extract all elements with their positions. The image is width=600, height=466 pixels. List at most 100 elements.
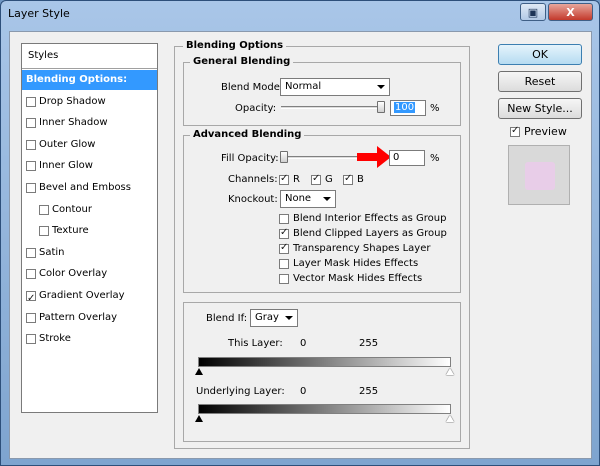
advanced-option-checkbox[interactable] [279,242,289,254]
white-point-icon [446,368,454,375]
restore-window-button[interactable]: ▣ [520,3,546,21]
style-item-label: Outer Glow [39,138,96,150]
style-item-label: Inner Shadow [39,117,108,129]
styles-list: Styles Blending Options: Custom Drop Shad… [21,43,158,413]
style-item-checkbox[interactable] [26,247,36,258]
blend-mode-dropdown[interactable]: Normal [280,78,390,96]
underlying-layer-label: Underlying Layer: [196,386,285,397]
reset-button[interactable]: Reset [498,71,582,92]
arrow-shape [357,146,391,168]
style-item[interactable]: Texture [22,221,157,241]
style-item[interactable]: Color Overlay [22,264,157,284]
style-item[interactable]: Outer Glow [22,135,157,155]
fill-opacity-unit: % [430,153,440,164]
style-item[interactable]: Contour [22,200,157,220]
advanced-option-label: Layer Mask Hides Effects [293,258,419,269]
channel-checkbox[interactable] [279,173,289,185]
style-item-checkbox[interactable] [26,161,36,172]
style-item-checkbox[interactable] [26,289,36,309]
styles-header: Styles [22,44,157,69]
window-title: Layer Style [8,7,70,20]
channel-label: R [293,174,300,185]
style-item[interactable]: Pattern Overlay [22,308,157,328]
preview-thumbnail [508,145,570,205]
style-item-checkbox[interactable] [26,96,36,107]
close-button[interactable]: X [548,3,593,21]
advanced-option-checkbox[interactable] [279,259,289,269]
fill-opacity-slider-thumb[interactable] [280,151,288,163]
blend-if-group: Blend If: Gray This Layer: 0 255 Underly… [183,302,461,442]
channel-checkbox[interactable] [311,173,321,185]
blend-if-value: Gray [255,312,279,323]
restore-icon: ▣ [527,5,539,19]
preview-label: Preview [524,125,567,138]
opacity-slider[interactable] [281,106,385,109]
style-item-label: Color Overlay [39,268,108,280]
advanced-option-label: Blend Clipped Layers as Group [293,228,447,239]
close-icon: X [566,5,575,19]
channel-checkbox[interactable] [343,173,353,185]
fill-opacity-value: 0 [393,152,400,163]
style-item-label: Drop Shadow [39,95,106,107]
style-item-checkbox[interactable] [26,118,36,129]
this-layer-min: 0 [300,338,307,349]
style-item[interactable]: Inner Shadow [22,113,157,133]
advanced-option-label: Blend Interior Effects as Group [293,213,447,224]
style-item[interactable]: Bevel and Emboss [22,178,157,198]
style-item[interactable]: Blending Options: Custom [22,70,157,105]
general-blending-title: General Blending [190,56,294,67]
this-layer-black-slider[interactable] [195,368,203,376]
blend-if-label: Blend If: [206,313,248,324]
style-item-label: Texture [52,225,89,237]
underlying-layer-gradient [198,404,451,414]
knockout-dropdown[interactable]: None [280,190,336,208]
style-item[interactable]: Stroke [22,329,157,349]
red-arrow-icon [357,146,391,168]
dialog-client-area: Styles Blending Options: Custom Drop Shad… [9,31,592,459]
style-item[interactable]: Satin [22,243,157,263]
advanced-option-checkbox[interactable] [279,227,289,239]
this-layer-gradient [198,357,451,367]
ok-label: OK [532,48,548,61]
style-item[interactable]: Inner Glow [22,156,157,176]
advanced-option-checkbox[interactable] [279,214,289,224]
preview-checkbox[interactable] [510,125,520,137]
advanced-option-checkbox[interactable] [279,274,289,284]
opacity-slider-thumb[interactable] [377,101,385,113]
style-item-label: Pattern Overlay [39,311,118,323]
channels-label: Channels: [228,174,278,185]
style-item-checkbox[interactable] [26,334,36,345]
opacity-label: Opacity: [235,103,277,114]
style-item-checkbox[interactable] [26,312,36,323]
underlying-layer-max: 255 [359,386,379,397]
style-item-checkbox[interactable] [26,139,36,150]
this-layer-max: 255 [359,338,379,349]
chevron-down-icon [323,197,331,201]
blend-mode-label: Blend Mode: [221,82,284,93]
underlying-layer-black-slider[interactable] [195,415,203,423]
fill-opacity-input[interactable]: 0 [389,150,425,166]
style-item[interactable]: Drop Shadow [22,92,157,112]
style-item-checkbox[interactable] [26,183,36,193]
opacity-value: 100 [394,102,416,113]
reset-label: Reset [524,75,556,88]
style-item[interactable]: Gradient Overlay [22,286,157,309]
opacity-input[interactable]: 100 [390,100,426,116]
black-point-icon [195,415,203,422]
channel-label: B [357,174,364,185]
title-bar[interactable]: Layer Style ▣ X [1,1,599,27]
style-item-label: Stroke [39,333,71,345]
style-item-label: Gradient Overlay [39,290,125,301]
this-layer-white-slider[interactable] [446,368,454,376]
ok-button[interactable]: OK [498,44,582,65]
underlying-layer-white-slider[interactable] [446,415,454,423]
style-item-checkbox[interactable] [26,269,36,280]
style-item-checkbox[interactable] [39,226,49,237]
blend-if-dropdown[interactable]: Gray [250,309,298,327]
chevron-down-icon [377,85,385,89]
new-style-button[interactable]: New Style... [498,98,582,119]
channel-label: G [325,174,333,185]
advanced-blending-title: Advanced Blending [190,129,305,140]
style-item-label: Inner Glow [39,160,93,172]
style-item-checkbox[interactable] [39,204,49,215]
